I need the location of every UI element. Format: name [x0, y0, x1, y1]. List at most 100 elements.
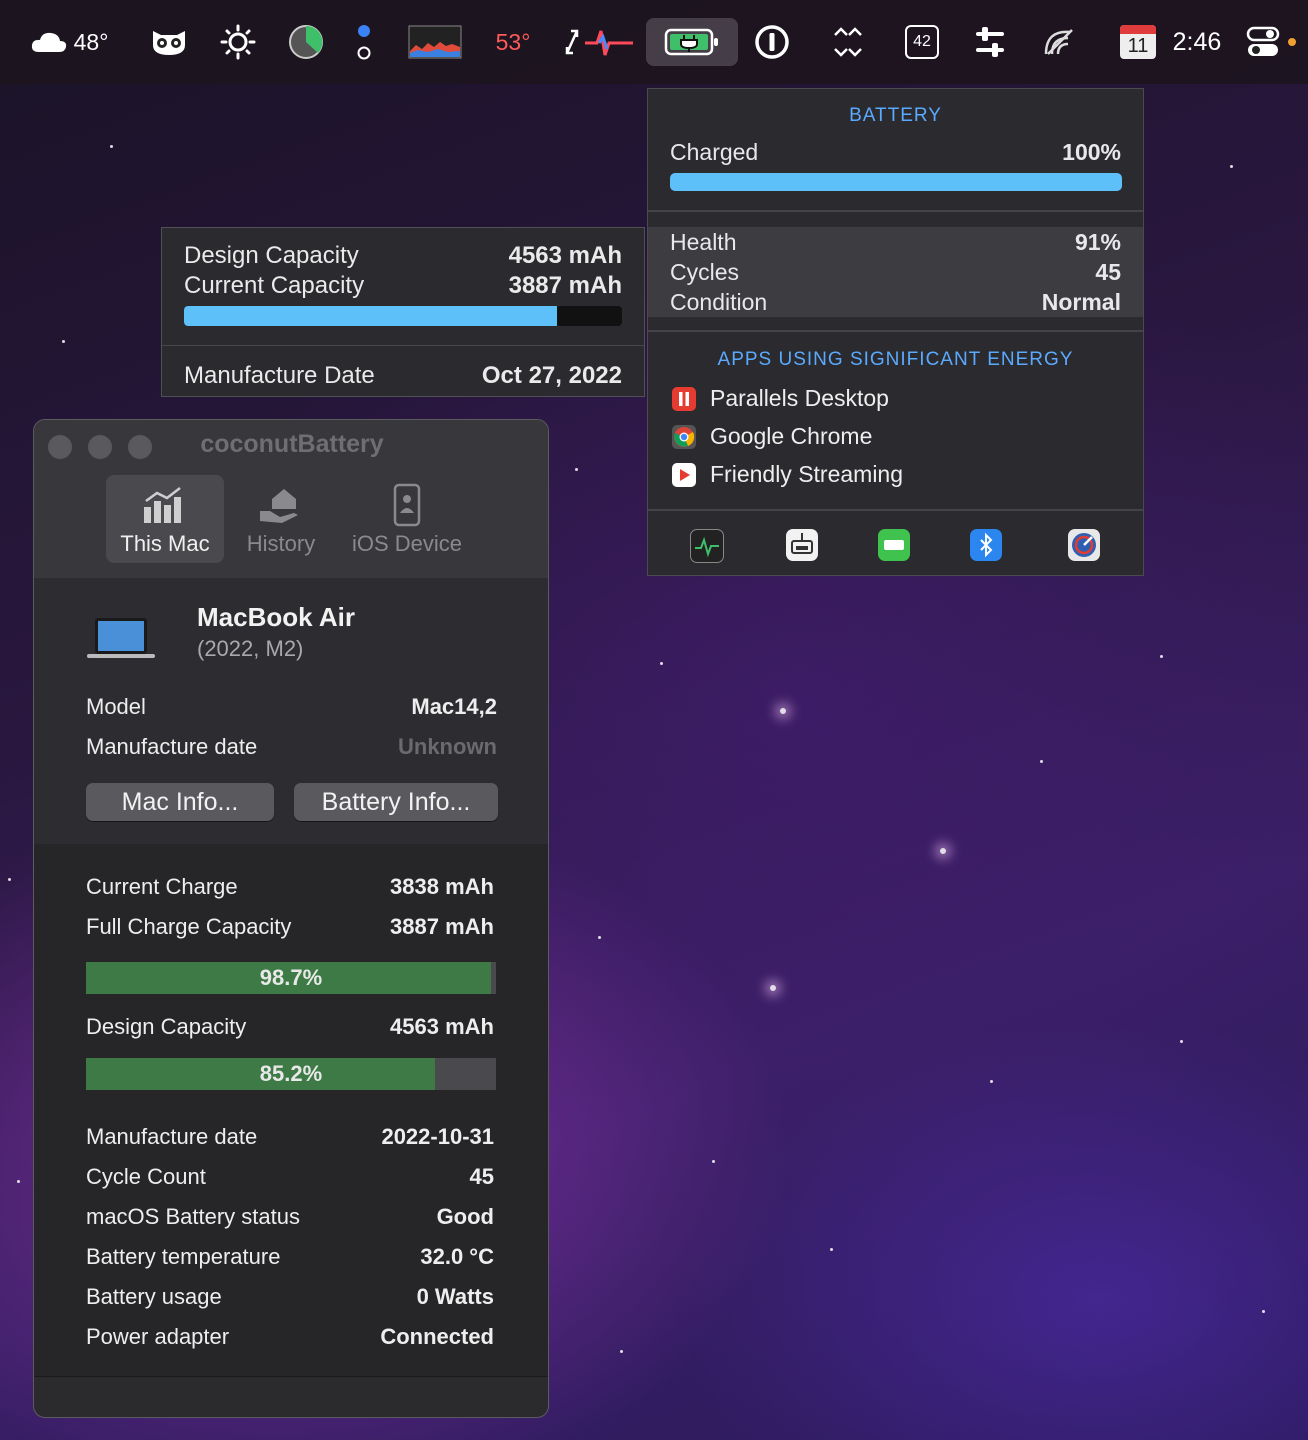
clock[interactable]: 2:46: [1166, 0, 1228, 84]
condition-label: Condition: [670, 289, 768, 315]
app-name: Parallels Desktop: [710, 385, 889, 411]
divider: [162, 345, 644, 346]
star: [1230, 165, 1233, 168]
design-capacity-row: Design Capacity 4563 mAh: [86, 1014, 494, 1040]
star: [1160, 655, 1163, 658]
device-name: MacBook Air: [197, 602, 355, 632]
dots-status-icon[interactable]: [350, 0, 378, 84]
detail-value: 2022-10-31: [381, 1124, 494, 1149]
health-row: Health 91%: [670, 229, 1121, 256]
mac-info-button[interactable]: Mac Info...: [86, 783, 274, 821]
chart-icon: [142, 485, 188, 531]
weather-menu-item[interactable]: 48°: [24, 0, 114, 84]
manufacture-date-value: Oct 27, 2022: [481, 362, 622, 389]
sliders-icon[interactable]: [968, 0, 1012, 84]
health-label: Health: [670, 229, 737, 255]
tab-this-mac[interactable]: This Mac: [106, 475, 224, 563]
brightness-icon[interactable]: [218, 0, 258, 84]
condition-row: Condition Normal: [670, 289, 1121, 316]
design-capacity-row: Design Capacity 4563 mAh: [184, 242, 622, 270]
detail-label: Power adapter: [86, 1324, 230, 1349]
current-charge-value: 3838 mAh: [390, 874, 494, 899]
network-utility-icon[interactable]: [786, 529, 818, 561]
design-percent: 85.2%: [259, 1061, 323, 1086]
tab-ios-device[interactable]: iOS Device: [342, 475, 472, 563]
capacity-tooltip: Design Capacity 4563 mAh Current Capacit…: [161, 227, 645, 397]
battery-menu-icon[interactable]: [660, 0, 724, 84]
sensor-arrows-icon[interactable]: [562, 0, 634, 84]
app-item-parallels[interactable]: Parallels Desktop: [672, 385, 889, 412]
full-charge-label: Full Charge Capacity: [86, 914, 292, 939]
design-capacity-label: Design Capacity: [86, 1014, 247, 1039]
charged-value: 100%: [1062, 139, 1121, 165]
cycles-label: Cycles: [670, 259, 740, 285]
star: [598, 936, 601, 939]
detail-row: Manufacture date 2022-10-31: [86, 1124, 494, 1150]
streaming-icon: [672, 462, 696, 487]
detail-label: macOS Battery status: [86, 1204, 300, 1229]
divider: [648, 330, 1143, 332]
battery-popover: BATTERY Charged 100% Health 91% Cycles 4…: [647, 88, 1144, 576]
pie-timer-icon[interactable]: [286, 0, 326, 84]
star: [62, 340, 65, 343]
popover-footer: [648, 511, 1143, 577]
star: [660, 662, 663, 665]
design-progress-bar: 85.2%: [86, 1058, 496, 1090]
star: [1262, 1310, 1265, 1313]
expand-icon[interactable]: [828, 0, 868, 84]
design-capacity-value: 4563 mAh: [508, 242, 622, 269]
manufacture-date-row: Manufacture Date Oct 27, 2022: [184, 362, 622, 390]
battery-section: Current Charge 3838 mAh Full Charge Capa…: [34, 844, 548, 1377]
mfg-label: Manufacture date: [86, 734, 258, 759]
star: [830, 1248, 833, 1251]
cloud-icon: [30, 30, 68, 54]
disk-utility-icon[interactable]: [1068, 529, 1100, 561]
current-charge-label: Current Charge: [86, 874, 238, 899]
star: [1180, 1040, 1183, 1043]
star: [575, 468, 578, 471]
detail-row: Cycle Count 45: [86, 1164, 494, 1190]
app-item-friendly-streaming[interactable]: Friendly Streaming: [672, 461, 903, 488]
battery-info-button[interactable]: Battery Info...: [294, 783, 498, 821]
control-center-icon[interactable]: [1244, 0, 1300, 84]
badge-counter[interactable]: 42: [902, 0, 942, 84]
full-charge-row: Full Charge Capacity 3887 mAh: [86, 914, 494, 940]
battery-settings-icon[interactable]: [878, 529, 910, 561]
detail-label: Battery usage: [86, 1284, 222, 1309]
detail-label: Manufacture date: [86, 1124, 258, 1149]
manufacture-date-label: Manufacture Date: [184, 362, 375, 389]
battery-section-title: BATTERY: [849, 105, 942, 126]
detail-row: Battery temperature 32.0 °C: [86, 1244, 494, 1270]
health-value: 91%: [1074, 229, 1121, 255]
detail-label: Battery temperature: [86, 1244, 281, 1269]
calendar-day: 11: [1127, 35, 1149, 57]
star: [1040, 760, 1043, 763]
star: [110, 145, 113, 148]
network-graph-icon[interactable]: [407, 0, 463, 84]
apps-energy-title: APPS USING SIGNIFICANT ENERGY: [717, 349, 1074, 370]
current-capacity-row: Current Capacity 3887 mAh: [184, 272, 622, 300]
airdrop-icon[interactable]: [1040, 0, 1080, 84]
chrome-icon: [672, 424, 696, 449]
detail-label: Cycle Count: [86, 1164, 206, 1189]
star: [770, 985, 776, 991]
cycles-row: Cycles 45: [670, 259, 1121, 286]
coconutbattery-window: coconutBattery This Mac History iOS Devi…: [33, 419, 549, 1418]
cpu-temp[interactable]: 53°: [490, 0, 536, 84]
parallels-icon: [672, 386, 696, 411]
calendar-icon[interactable]: 11: [1118, 0, 1158, 84]
condition-value: Normal: [1041, 289, 1121, 315]
charged-row: Charged 100%: [670, 139, 1121, 166]
charge-bar: [670, 173, 1122, 191]
owl-icon[interactable]: [146, 0, 192, 84]
tab-history[interactable]: History: [234, 475, 328, 563]
detail-value: 0 Watts: [416, 1284, 494, 1309]
menu-bar: 48° 53° 42 11 2:46: [0, 0, 1308, 84]
bluetooth-icon[interactable]: [970, 529, 1002, 561]
app-name: Friendly Streaming: [710, 461, 904, 487]
activity-monitor-icon[interactable]: [690, 529, 724, 563]
detail-value: 45: [469, 1164, 494, 1189]
charge-percent: 98.7%: [259, 965, 323, 990]
app-item-chrome[interactable]: Google Chrome: [672, 423, 872, 450]
onepassword-icon[interactable]: [752, 0, 792, 84]
